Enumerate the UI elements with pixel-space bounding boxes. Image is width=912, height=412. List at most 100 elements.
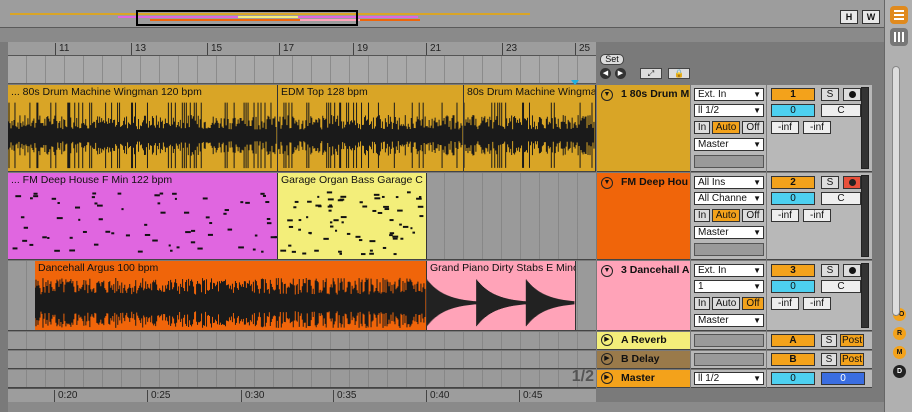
output-select[interactable]: Master [694, 314, 764, 327]
pan-field[interactable]: C [821, 192, 861, 205]
input-type-select[interactable]: Ext. In [694, 264, 764, 277]
returns-toggle[interactable]: R [893, 327, 906, 340]
lock-icon[interactable]: 🔒 [668, 68, 690, 79]
master-volume-field[interactable]: 0 [771, 372, 815, 385]
pan-field[interactable]: C [821, 280, 861, 293]
w-button[interactable]: W [862, 10, 880, 24]
master-pan-field[interactable]: 0 [821, 372, 865, 385]
return-activator-button[interactable]: A [771, 334, 815, 347]
bar-number: 25 [575, 43, 590, 55]
overview-viewport-box[interactable] [136, 10, 358, 26]
solo-button[interactable]: S [821, 88, 839, 101]
clip-drum-1[interactable]: ... 80s Drum Machine Wingman 120 bpm [8, 85, 278, 171]
track-1-header[interactable]: ▼ 1 80s Drum M [597, 85, 690, 172]
post-button[interactable]: Post [840, 334, 864, 347]
input-type-select[interactable]: All Ins [694, 176, 764, 189]
track-2-lane[interactable]: ... FM Deep House F Min 122 bpm Garage O… [8, 173, 596, 260]
track-3-header[interactable]: ▼ 3 Dancehall A [597, 261, 690, 331]
output-select[interactable]: Master [694, 226, 764, 239]
bar-number: 23 [502, 43, 517, 55]
return-b-lane[interactable] [8, 351, 596, 369]
delay-toggle[interactable]: D [893, 365, 906, 378]
solo-button[interactable]: S [821, 264, 839, 277]
clip-dancehall-argus[interactable]: Dancehall Argus 100 bpm [35, 261, 427, 330]
arrangement-overview[interactable]: H W [0, 0, 884, 28]
horizontal-scrollbar[interactable] [8, 402, 884, 412]
solo-button[interactable]: S [821, 353, 837, 366]
track-activator-button[interactable]: 2 [771, 176, 815, 189]
output-channel-select[interactable] [694, 155, 764, 168]
monitor-auto-button[interactable]: Auto [712, 209, 740, 222]
monitor-off-button[interactable]: Off [742, 297, 764, 310]
clip-title: 80s Drum Machine Wingman [467, 86, 595, 98]
monitor-in-button[interactable]: In [694, 209, 710, 222]
vertical-scrollbar[interactable] [892, 66, 900, 316]
set-locator-button[interactable]: Set [600, 54, 624, 65]
zoom-expand-icon[interactable]: ⤢ [640, 68, 662, 79]
menu-icon[interactable] [890, 6, 908, 24]
time-mark: 0:30 [241, 390, 264, 402]
return-output-select[interactable] [694, 334, 764, 347]
track-name: FM Deep Hou [621, 176, 689, 188]
bar-number: 21 [426, 43, 441, 55]
h-button[interactable]: H [840, 10, 858, 24]
volume-field[interactable]: 0 [771, 104, 815, 117]
loop-lane[interactable] [8, 56, 596, 84]
input-type-select[interactable]: Ext. In [694, 88, 764, 101]
track-2-header[interactable]: ▼ FM Deep Hou [597, 173, 690, 260]
monitor-in-button[interactable]: In [694, 121, 710, 134]
time-ruler[interactable]: 0:20 0:25 0:30 0:35 0:40 0:45 [8, 388, 596, 402]
monitor-off-button[interactable]: Off [742, 209, 764, 222]
master-header[interactable]: ▶ Master [597, 370, 690, 388]
clip-edm-top[interactable]: EDM Top 128 bpm [278, 85, 464, 171]
master-channel-select[interactable]: ll 1/2 [694, 372, 764, 385]
track-1-lane[interactable]: ... 80s Drum Machine Wingman 120 bpm EDM… [8, 85, 596, 172]
fold-icon[interactable]: ▼ [601, 265, 613, 277]
bar-number: 17 [279, 43, 294, 55]
prev-locator-icon[interactable]: ◀ [600, 68, 611, 79]
monitor-auto-button[interactable]: Auto [712, 297, 740, 310]
clip-grand-piano[interactable]: Grand Piano Dirty Stabs E Mino [427, 261, 576, 330]
arm-button[interactable] [843, 88, 861, 101]
input-channel-select[interactable]: ll 1/2 [694, 104, 764, 117]
return-activator-button[interactable]: B [771, 353, 815, 366]
fold-icon[interactable]: ▼ [601, 89, 613, 101]
play-icon[interactable]: ▶ [601, 334, 613, 346]
beat-ruler[interactable]: 11 13 15 17 19 21 23 25 [8, 42, 596, 56]
track-3-lane[interactable]: Dancehall Argus 100 bpm Grand Piano Dirt… [8, 261, 596, 331]
output-select[interactable]: Master [694, 138, 764, 151]
input-channel-select[interactable]: All Channe [694, 192, 764, 205]
arm-button-active[interactable] [843, 176, 861, 189]
track-activator-button[interactable]: 3 [771, 264, 815, 277]
columns-icon[interactable] [890, 28, 908, 46]
return-b-header[interactable]: ▶ B Delay [597, 351, 690, 369]
play-icon[interactable]: ▶ [601, 353, 613, 365]
bar-number: 11 [55, 43, 69, 55]
mixer-toggle[interactable]: M [893, 346, 906, 359]
clip-fm-deep-house[interactable]: ... FM Deep House F Min 122 bpm [8, 173, 278, 259]
arm-button[interactable] [843, 264, 861, 277]
clip-midi-notes [12, 192, 277, 253]
track-activator-button[interactable]: 1 [771, 88, 815, 101]
volume-field[interactable]: 0 [771, 280, 815, 293]
return-output-select[interactable] [694, 353, 764, 366]
play-icon[interactable]: ▶ [601, 372, 613, 384]
solo-button[interactable]: S [821, 334, 837, 347]
master-lane[interactable]: 1/2 [8, 368, 596, 388]
monitor-auto-button[interactable]: Auto [712, 121, 740, 134]
pan-field[interactable]: C [821, 104, 861, 117]
track-name: Master [621, 372, 655, 384]
input-channel-select[interactable]: 1 [694, 280, 764, 293]
return-a-lane[interactable] [8, 332, 596, 350]
volume-field[interactable]: 0 [771, 192, 815, 205]
clip-garage-organ[interactable]: Garage Organ Bass Garage C M [278, 173, 427, 259]
return-a-header[interactable]: ▶ A Reverb [597, 332, 690, 350]
post-button[interactable]: Post [840, 353, 864, 366]
monitor-in-button[interactable]: In [694, 297, 710, 310]
output-channel-select[interactable] [694, 243, 764, 256]
fold-icon[interactable]: ▼ [601, 177, 613, 189]
monitor-off-button[interactable]: Off [742, 121, 764, 134]
clip-drum-2[interactable]: 80s Drum Machine Wingman [464, 85, 596, 171]
solo-button[interactable]: S [821, 176, 839, 189]
next-locator-icon[interactable]: ▶ [615, 68, 626, 79]
